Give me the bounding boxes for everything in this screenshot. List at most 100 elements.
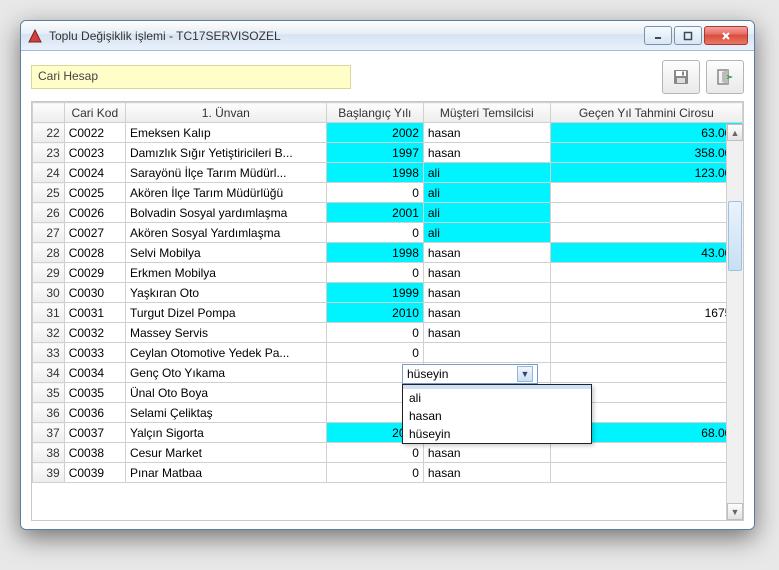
title-cell[interactable]: Akören Sosyal Yardımlaşma (125, 223, 326, 243)
vertical-scrollbar[interactable]: ▲ ▼ (726, 124, 743, 520)
revenue-cell[interactable]: 16750 (550, 303, 742, 323)
revenue-cell[interactable]: 0 (550, 443, 742, 463)
year-cell[interactable]: 0 (326, 463, 423, 483)
title-cell[interactable]: Ceylan Otomotive Yedek Pa... (125, 343, 326, 363)
title-cell[interactable]: Pınar Matbaa (125, 463, 326, 483)
scroll-track[interactable] (727, 141, 743, 503)
code-cell[interactable]: C0039 (64, 463, 125, 483)
title-cell[interactable]: Akören İlçe Tarım Müdürlüğü (125, 183, 326, 203)
table-row[interactable]: 35C0035Ünal Oto Boya00 (33, 383, 743, 403)
year-cell[interactable]: 1998 (326, 243, 423, 263)
year-cell[interactable]: 2001 (326, 203, 423, 223)
table-row[interactable]: 34C0034Genç Oto Yıkama00 (33, 363, 743, 383)
rep-cell[interactable]: ali (423, 163, 550, 183)
title-cell[interactable]: Yalçın Sigorta (125, 423, 326, 443)
col-rownum-header[interactable] (33, 103, 65, 123)
title-cell[interactable]: Damızlık Sığır Yetiştiricileri B... (125, 143, 326, 163)
rep-cell[interactable]: hasan (423, 143, 550, 163)
table-row[interactable]: 33C0033Ceylan Otomotive Yedek Pa...00 (33, 343, 743, 363)
table-row[interactable]: 38C0038Cesur Market0hasan0 (33, 443, 743, 463)
year-cell[interactable]: 0 (326, 323, 423, 343)
lookup-field[interactable]: Cari Hesap (31, 65, 351, 89)
title-cell[interactable]: Selami Çeliktaş (125, 403, 326, 423)
titlebar[interactable]: Toplu Değişiklik işlemi - TC17SERVISOZEL (21, 21, 754, 51)
table-row[interactable]: 36C0036Selami Çeliktaş00 (33, 403, 743, 423)
revenue-cell[interactable]: 0 (550, 263, 742, 283)
code-cell[interactable]: C0036 (64, 403, 125, 423)
revenue-cell[interactable]: 43.000 (550, 243, 742, 263)
year-cell[interactable]: 2010 (326, 303, 423, 323)
title-cell[interactable]: Cesur Market (125, 443, 326, 463)
scroll-thumb[interactable] (728, 201, 742, 271)
revenue-cell[interactable]: 0 (550, 463, 742, 483)
rep-cell[interactable]: hasan (423, 123, 550, 143)
rep-cell[interactable]: hasan (423, 263, 550, 283)
year-cell[interactable]: 0 (326, 443, 423, 463)
rep-cell[interactable]: ali (423, 183, 550, 203)
year-cell[interactable]: 1998 (326, 163, 423, 183)
revenue-cell[interactable]: 63.000 (550, 123, 742, 143)
code-cell[interactable]: C0030 (64, 283, 125, 303)
title-cell[interactable]: Massey Servis (125, 323, 326, 343)
code-cell[interactable]: C0033 (64, 343, 125, 363)
col-code-header[interactable]: Cari Kod (64, 103, 125, 123)
table-row[interactable]: 22C0022Emeksen Kalıp2002hasan63.000 (33, 123, 743, 143)
table-row[interactable]: 30C0030Yaşkıran Oto1999hasan0 (33, 283, 743, 303)
year-cell[interactable]: 0 (326, 343, 423, 363)
title-cell[interactable]: Yaşkıran Oto (125, 283, 326, 303)
revenue-cell[interactable]: 0 (550, 283, 742, 303)
table-row[interactable]: 37C0037Yalçın Sigorta2005hasan68.000 (33, 423, 743, 443)
revenue-cell[interactable]: 0 (550, 183, 742, 203)
year-cell[interactable]: 2002 (326, 123, 423, 143)
title-cell[interactable]: Selvi Mobilya (125, 243, 326, 263)
table-row[interactable]: 24C0024Sarayönü İlçe Tarım Müdürl...1998… (33, 163, 743, 183)
col-rep-header[interactable]: Müşteri Temsilcisi (423, 103, 550, 123)
code-cell[interactable]: C0035 (64, 383, 125, 403)
code-cell[interactable]: C0032 (64, 323, 125, 343)
table-row[interactable]: 25C0025Akören İlçe Tarım Müdürlüğü0ali0 (33, 183, 743, 203)
code-cell[interactable]: C0022 (64, 123, 125, 143)
rep-cell[interactable] (423, 343, 550, 363)
code-cell[interactable]: C0026 (64, 203, 125, 223)
maximize-button[interactable] (674, 26, 702, 45)
year-cell[interactable]: 1997 (326, 143, 423, 163)
table-row[interactable]: 23C0023Damızlık Sığır Yetiştiricileri B.… (33, 143, 743, 163)
close-button[interactable] (704, 26, 748, 45)
revenue-cell[interactable]: 0 (550, 323, 742, 343)
title-cell[interactable]: Ünal Oto Boya (125, 383, 326, 403)
title-cell[interactable]: Bolvadin Sosyal yardımlaşma (125, 203, 326, 223)
col-year-header[interactable]: Başlangıç Yılı (326, 103, 423, 123)
revenue-cell[interactable]: 0 (550, 223, 742, 243)
table-row[interactable]: 29C0029Erkmen Mobilya0hasan0 (33, 263, 743, 283)
code-cell[interactable]: C0023 (64, 143, 125, 163)
table-row[interactable]: 27C0027Akören Sosyal Yardımlaşma0ali0 (33, 223, 743, 243)
rep-cell[interactable]: hasan (423, 243, 550, 263)
dropdown-option[interactable]: hasan (403, 407, 591, 425)
revenue-cell[interactable]: 0 (550, 363, 742, 383)
table-row[interactable]: 26C0026Bolvadin Sosyal yardımlaşma2001al… (33, 203, 743, 223)
code-cell[interactable]: C0027 (64, 223, 125, 243)
year-cell[interactable]: 0 (326, 183, 423, 203)
save-button[interactable] (662, 60, 700, 94)
table-row[interactable]: 31C0031Turgut Dizel Pompa2010hasan16750 (33, 303, 743, 323)
code-cell[interactable]: C0034 (64, 363, 125, 383)
title-cell[interactable]: Erkmen Mobilya (125, 263, 326, 283)
title-cell[interactable]: Genç Oto Yıkama (125, 363, 326, 383)
year-cell[interactable]: 1999 (326, 283, 423, 303)
rep-cell[interactable]: hasan (423, 463, 550, 483)
table-row[interactable]: 28C0028Selvi Mobilya1998hasan43.000 (33, 243, 743, 263)
code-cell[interactable]: C0038 (64, 443, 125, 463)
code-cell[interactable]: C0028 (64, 243, 125, 263)
minimize-button[interactable] (644, 26, 672, 45)
title-cell[interactable]: Turgut Dizel Pompa (125, 303, 326, 323)
rep-cell[interactable]: hasan (423, 283, 550, 303)
year-cell[interactable]: 0 (326, 223, 423, 243)
title-cell[interactable]: Sarayönü İlçe Tarım Müdürl... (125, 163, 326, 183)
dropdown-option[interactable]: ali (403, 389, 591, 407)
scroll-up-button[interactable]: ▲ (727, 124, 743, 141)
title-cell[interactable]: Emeksen Kalıp (125, 123, 326, 143)
revenue-cell[interactable]: 0 (550, 343, 742, 363)
rep-cell[interactable]: hasan (423, 303, 550, 323)
code-cell[interactable]: C0037 (64, 423, 125, 443)
code-cell[interactable]: C0031 (64, 303, 125, 323)
